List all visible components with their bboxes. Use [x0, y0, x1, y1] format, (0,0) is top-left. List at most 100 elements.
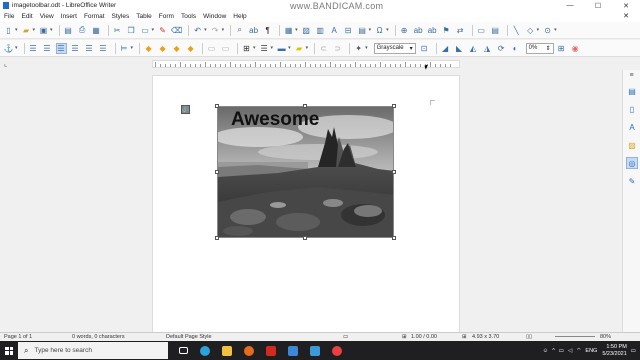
comment-icon[interactable]: ▭	[476, 25, 487, 36]
optimal-wrap-icon[interactable]: ☰	[55, 42, 67, 54]
anchor-dropdown-icon[interactable]: ▾	[15, 45, 18, 51]
wrap-through-icon[interactable]: ☰	[98, 43, 109, 54]
image-properties-icon[interactable]: ⊞	[556, 43, 567, 54]
menu-help[interactable]: Help	[233, 13, 246, 20]
insert-line-icon[interactable]: ╲	[511, 25, 522, 36]
paste-icon[interactable]: ▭	[140, 25, 151, 36]
crop-icon[interactable]: ⊡	[419, 43, 430, 54]
bookmark-icon[interactable]: ⚑	[441, 25, 452, 36]
wifi-icon[interactable]: ⌔	[576, 347, 581, 354]
writer-taskbar-icon[interactable]	[282, 342, 304, 359]
new-dropdown-icon[interactable]: ▾	[15, 27, 18, 33]
border-color-icon[interactable]: ▬	[276, 43, 287, 54]
paste-dropdown-icon[interactable]: ▾	[152, 27, 155, 33]
rotate-left-icon[interactable]: ◭	[468, 43, 479, 54]
spelling-icon[interactable]: ab	[248, 25, 259, 36]
image-anchor-icon[interactable]: ⚓	[181, 105, 190, 114]
insert-page-break-icon[interactable]: ⊟	[343, 25, 354, 36]
align-dropdown-icon[interactable]: ▾	[131, 45, 134, 51]
menu-view[interactable]: View	[40, 13, 54, 20]
insert-textbox-icon[interactable]: A	[329, 25, 340, 36]
resize-handle-se[interactable]	[392, 236, 396, 240]
resize-handle-w[interactable]	[215, 170, 219, 174]
zoom-level[interactable]: 80%	[600, 334, 611, 340]
sidebar-menu-icon[interactable]: ≡	[623, 72, 640, 79]
menu-form[interactable]: Form	[159, 13, 174, 20]
people-icon[interactable]: ☺	[543, 348, 549, 354]
manage-changes-icon[interactable]: ✎	[626, 175, 638, 187]
photos-icon[interactable]	[304, 342, 326, 359]
close-document-icon[interactable]: ✕	[623, 12, 629, 20]
firefox-icon[interactable]	[238, 342, 260, 359]
wrap-off-icon[interactable]: ☰	[28, 43, 39, 54]
page-count[interactable]: Page 1 of 1	[4, 334, 32, 340]
page-style[interactable]: Default Page Style	[166, 334, 212, 340]
highlight-dropdown-icon[interactable]: ▾	[306, 45, 309, 51]
special-char-dropdown-icon[interactable]: ▾	[386, 27, 389, 33]
insert-image-icon[interactable]: ▨	[301, 25, 312, 36]
copy-icon[interactable]: ❐	[126, 25, 137, 36]
resize-handle-n[interactable]	[303, 104, 307, 108]
clear-formatting-icon[interactable]: ⌫	[171, 25, 182, 36]
link-frames-icon[interactable]: ⊂	[318, 43, 329, 54]
task-view-icon[interactable]	[172, 342, 194, 359]
new-document-icon[interactable]: ▯	[3, 25, 14, 36]
print-icon[interactable]: ⎙	[77, 25, 88, 36]
maximize-button[interactable]: ☐	[584, 0, 612, 11]
navigator-icon[interactable]: ◎	[626, 157, 638, 169]
notifications-icon[interactable]: ▭	[631, 348, 636, 354]
track-changes-icon[interactable]: ▤	[490, 25, 501, 36]
color-adjust-icon[interactable]: ◉	[570, 43, 581, 54]
back-one-icon[interactable]: ◆	[171, 43, 182, 54]
clock[interactable]: 1:50 PM 5/23/2021	[602, 344, 626, 358]
undo-dropdown-icon[interactable]: ▾	[204, 27, 207, 33]
input-language[interactable]: ENG	[585, 348, 597, 354]
border-color-dropdown-icon[interactable]: ▾	[288, 45, 291, 51]
to-foreground-icon[interactable]: ▭	[206, 43, 217, 54]
resize-handle-sw[interactable]	[215, 236, 219, 240]
menu-file[interactable]: File	[4, 13, 14, 20]
resize-handle-e[interactable]	[392, 170, 396, 174]
menu-table[interactable]: Table	[136, 13, 152, 20]
align-objects-icon[interactable]: ⊨	[119, 43, 130, 54]
print-preview-icon[interactable]: ▦	[91, 25, 102, 36]
resize-handle-s[interactable]	[303, 236, 307, 240]
insert-special-char-icon[interactable]: Ω	[374, 25, 385, 36]
table-dropdown-icon[interactable]: ▾	[295, 27, 298, 33]
field-dropdown-icon[interactable]: ▾	[369, 27, 372, 33]
endnote-icon[interactable]: ab	[427, 25, 438, 36]
formatting-marks-icon[interactable]: ¶	[262, 25, 273, 36]
save-icon[interactable]: ▣	[38, 25, 49, 36]
borders-icon[interactable]: ⊞	[241, 43, 252, 54]
unlink-frames-icon[interactable]: ⊃	[332, 43, 343, 54]
cross-reference-icon[interactable]: ⇄	[455, 25, 466, 36]
flip-horizontal-icon[interactable]: ◣	[454, 43, 465, 54]
menu-insert[interactable]: Insert	[61, 13, 77, 20]
menu-edit[interactable]: Edit	[21, 13, 32, 20]
resize-handle-nw[interactable]	[215, 104, 219, 108]
insert-chart-icon[interactable]: ▥	[315, 25, 326, 36]
menu-format[interactable]: Format	[84, 13, 105, 20]
menu-window[interactable]: Window	[203, 13, 226, 20]
zoom-slider[interactable]	[555, 336, 595, 337]
close-window-button[interactable]: ✕	[612, 0, 640, 11]
transparency-icon[interactable]: ◐	[510, 43, 521, 54]
styles-icon[interactable]: A	[626, 121, 638, 133]
insert-table-icon[interactable]: ▦	[283, 25, 294, 36]
open-dropdown-icon[interactable]: ▾	[33, 27, 36, 33]
image-filter-icon[interactable]: ✦	[353, 43, 364, 54]
cut-icon[interactable]: ✂	[112, 25, 123, 36]
filter-dropdown-icon[interactable]: ▾	[365, 45, 368, 51]
anchor-icon[interactable]: ⚓	[3, 43, 14, 54]
hyperlink-icon[interactable]: ⊕	[399, 25, 410, 36]
bring-to-front-icon[interactable]: ◆	[143, 43, 154, 54]
page-icon[interactable]: ▯	[626, 103, 638, 115]
acrobat-icon[interactable]	[260, 342, 282, 359]
shapes-dropdown-icon[interactable]: ▾	[537, 27, 540, 33]
flip-vertical-icon[interactable]: ◢	[440, 43, 451, 54]
border-style-dropdown-icon[interactable]: ▾	[271, 45, 274, 51]
horizontal-ruler[interactable]	[152, 60, 460, 68]
more-shapes-icon[interactable]: ⊙	[542, 25, 553, 36]
clone-formatting-icon[interactable]: ✎	[157, 25, 168, 36]
more-shapes-dropdown-icon[interactable]: ▾	[554, 27, 557, 33]
